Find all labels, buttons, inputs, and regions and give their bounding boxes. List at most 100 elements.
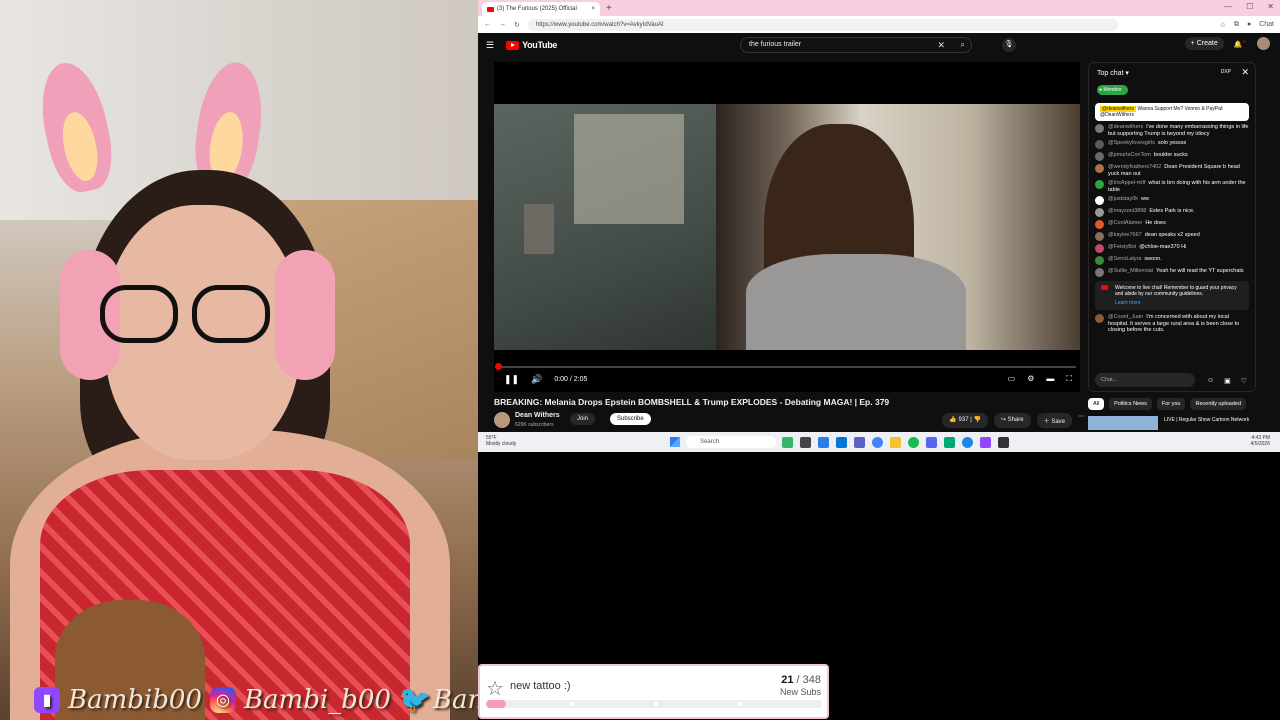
recommendation-title[interactable]: LIVE | Regular Show Cartoon Network bbox=[1164, 417, 1249, 423]
account-avatar[interactable] bbox=[1257, 37, 1270, 50]
twitch-app-icon[interactable] bbox=[980, 437, 991, 448]
chat-message: @CoolAlamer He does bbox=[1095, 220, 1249, 229]
pause-icon[interactable]: ❚❚ bbox=[504, 374, 519, 385]
heart-icon[interactable]: ♡ bbox=[1241, 377, 1247, 385]
join-button[interactable]: Join bbox=[570, 413, 596, 425]
chat-avatar[interactable] bbox=[1095, 268, 1104, 277]
recommendation-thumbnail[interactable] bbox=[1088, 416, 1158, 430]
url-field[interactable]: https://www.youtube.com/watch?v=AvkyIdVa… bbox=[527, 18, 1118, 31]
chat-avatar[interactable] bbox=[1095, 232, 1104, 241]
star-icon[interactable]: ☆ bbox=[1220, 21, 1226, 29]
start-icon[interactable] bbox=[670, 437, 680, 447]
chat-mode-select[interactable]: Top chat ▾ bbox=[1097, 69, 1129, 77]
notifications-icon[interactable]: 🔔9+ bbox=[1234, 39, 1247, 48]
app-icon[interactable] bbox=[782, 437, 793, 448]
app-icon[interactable] bbox=[854, 437, 865, 448]
forward-icon[interactable]: → bbox=[499, 21, 506, 28]
more-icon[interactable]: ⋯ bbox=[1078, 413, 1084, 428]
subscribe-button[interactable]: Subscribe bbox=[610, 413, 651, 425]
chat-author[interactable]: @IrisAppel-milf bbox=[1108, 180, 1145, 186]
chat-avatar[interactable] bbox=[1095, 196, 1104, 205]
chat-author[interactable]: @Spookylovesgirls bbox=[1108, 140, 1155, 146]
chip-politics-news[interactable]: Politics News bbox=[1109, 398, 1152, 410]
chat-author[interactable]: @deanwithers bbox=[1108, 124, 1143, 130]
chat-avatar[interactable] bbox=[1095, 164, 1104, 173]
video-player[interactable]: ❚❚ 🔊 0:00 / 2:05 ▭ ⚙ ▬ ⛶ bbox=[494, 62, 1080, 392]
chat-author[interactable]: @CoolAlamer bbox=[1108, 220, 1142, 226]
profile-icon[interactable]: ● bbox=[1247, 21, 1251, 29]
chrome-icon[interactable] bbox=[872, 437, 883, 448]
maximize-icon[interactable]: ☐ bbox=[1246, 2, 1253, 11]
taskbar-search[interactable]: Search bbox=[686, 436, 776, 448]
chat-author[interactable]: @FeistyBoi bbox=[1108, 244, 1136, 250]
channel-avatar[interactable] bbox=[494, 412, 510, 428]
tab-youtube[interactable]: (3) The Furious (2025) Official × bbox=[482, 2, 600, 16]
chip-recently-uploaded[interactable]: Recently uploaded bbox=[1190, 398, 1247, 410]
captions-icon[interactable]: ▭ bbox=[1008, 374, 1016, 384]
folder-icon[interactable] bbox=[890, 437, 901, 448]
chat-author[interactable]: @Sullie_Millennial bbox=[1108, 268, 1153, 274]
tab-close-icon[interactable]: × bbox=[591, 6, 595, 12]
channel-name[interactable]: Dean Withers bbox=[515, 412, 560, 419]
settings-icon[interactable]: ⚙ bbox=[1027, 374, 1034, 384]
chat-avatar[interactable] bbox=[1095, 220, 1104, 229]
chat-avatar[interactable] bbox=[1095, 256, 1104, 265]
chat-author[interactable]: @pmurtsConTom bbox=[1108, 152, 1151, 158]
mic-icon[interactable]: 🎙 bbox=[1002, 38, 1016, 52]
save-button[interactable]: ＋ Save bbox=[1036, 413, 1072, 428]
chat-input[interactable]: Chat... bbox=[1095, 373, 1195, 387]
extensions-icon[interactable]: ⧉ bbox=[1234, 21, 1239, 29]
emoji-icon[interactable]: ☺ bbox=[1207, 377, 1214, 385]
search-input[interactable]: the furious trailer ✕ ⌕ bbox=[740, 37, 972, 53]
progress-bar[interactable] bbox=[495, 363, 1076, 370]
theater-icon[interactable]: ▬ bbox=[1046, 374, 1054, 384]
chat-author[interactable]: @wendyfsathers7402 bbox=[1108, 164, 1161, 170]
chip-all[interactable]: All bbox=[1088, 398, 1105, 410]
recommendation-item[interactable]: LIVE | Regular Show Cartoon Network bbox=[1088, 416, 1256, 430]
chat-author[interactable]: @maysoni3898 bbox=[1108, 208, 1146, 214]
progress-knob[interactable] bbox=[495, 363, 502, 370]
app-icon[interactable] bbox=[944, 437, 955, 448]
discord-icon[interactable] bbox=[926, 437, 937, 448]
like-button[interactable]: 👍 937 | 👎 bbox=[942, 413, 988, 428]
app-icon[interactable] bbox=[818, 437, 829, 448]
weather-widget[interactable]: 55°F Mostly cloudy bbox=[486, 435, 516, 447]
back-icon[interactable]: ← bbox=[484, 21, 491, 28]
obs-icon[interactable] bbox=[998, 437, 1009, 448]
menu-icon[interactable]: ☰ bbox=[486, 40, 494, 51]
spotify-icon[interactable] bbox=[908, 437, 919, 448]
fullscreen-icon[interactable]: ⛶ bbox=[1066, 374, 1072, 384]
learn-more-link[interactable]: Learn more bbox=[1115, 300, 1243, 306]
chat-avatar[interactable] bbox=[1095, 124, 1104, 133]
chat-avatar[interactable] bbox=[1095, 244, 1104, 253]
member-badge[interactable]: ● Member bbox=[1097, 85, 1128, 95]
search-icon[interactable]: ⌕ bbox=[961, 38, 965, 52]
app-icon[interactable] bbox=[800, 437, 811, 448]
new-tab-button[interactable]: + bbox=[606, 3, 612, 14]
chat-author[interactable]: @SenoLalyra bbox=[1108, 256, 1141, 262]
system-tray[interactable]: 4:43 PM 4/5/2026 bbox=[1251, 435, 1270, 447]
clear-search-icon[interactable]: ✕ bbox=[937, 38, 945, 52]
share-button[interactable]: ↪ Share bbox=[993, 413, 1031, 428]
chat-avatar[interactable] bbox=[1095, 140, 1104, 149]
gift-icon[interactable]: ▣ bbox=[1224, 377, 1231, 385]
video-frame[interactable] bbox=[494, 104, 1080, 350]
create-button[interactable]: + Create bbox=[1184, 37, 1224, 50]
profile-label[interactable]: Chat bbox=[1259, 21, 1274, 29]
volume-icon[interactable]: 🔊 bbox=[531, 374, 542, 385]
chat-author[interactable]: @kaylee7667 bbox=[1108, 232, 1142, 238]
chat-avatar[interactable] bbox=[1095, 152, 1104, 161]
minimize-icon[interactable]: — bbox=[1224, 2, 1232, 11]
chat-avatar[interactable] bbox=[1095, 208, 1104, 217]
youtube-logo[interactable]: YouTube bbox=[506, 40, 557, 50]
edge-icon[interactable] bbox=[962, 437, 973, 448]
app-icon[interactable] bbox=[836, 437, 847, 448]
chat-avatar[interactable] bbox=[1095, 180, 1104, 189]
close-window-icon[interactable]: ✕ bbox=[1267, 2, 1274, 11]
close-chat-icon[interactable]: ✕ bbox=[1241, 67, 1249, 78]
goal-label: New Subs bbox=[779, 687, 821, 697]
points-badge[interactable]: DXP bbox=[1221, 69, 1231, 75]
chat-author[interactable]: @juststay0k bbox=[1108, 196, 1138, 202]
reload-icon[interactable]: ↻ bbox=[514, 21, 520, 29]
chip-for-you[interactable]: For you bbox=[1156, 398, 1186, 410]
